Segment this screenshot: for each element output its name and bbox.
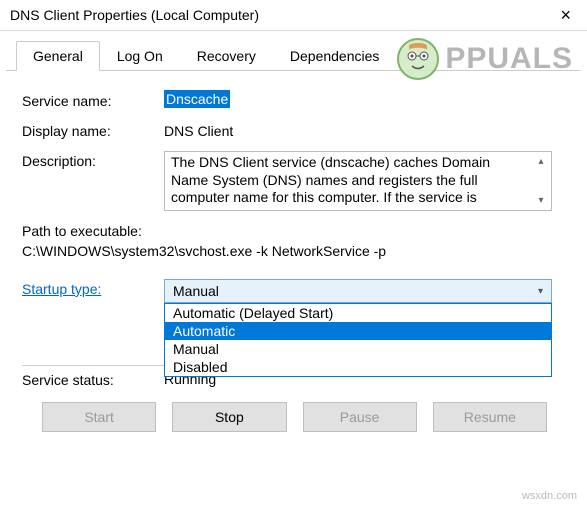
tab-recovery[interactable]: Recovery xyxy=(180,41,273,70)
startup-type-link[interactable]: Startup type: xyxy=(22,281,101,297)
startup-type-list: Automatic (Delayed Start) Automatic Manu… xyxy=(164,303,552,377)
description-box: The DNS Client service (dnscache) caches… xyxy=(164,151,552,211)
tab-dependencies[interactable]: Dependencies xyxy=(273,41,397,70)
row-startup-type: Startup type: Manual ▾ Automatic (Delaye… xyxy=(22,279,563,303)
scroll-down-icon[interactable]: ▾ xyxy=(538,195,543,206)
path-label: Path to executable: xyxy=(22,223,563,239)
scroll-up-icon[interactable]: ▴ xyxy=(538,156,543,167)
site-watermark: wsxdn.com xyxy=(522,490,577,502)
startup-option-disabled[interactable]: Disabled xyxy=(165,358,551,376)
startup-selected-text: Manual xyxy=(173,283,219,299)
window-title: DNS Client Properties (Local Computer) xyxy=(10,7,259,23)
startup-option-manual[interactable]: Manual xyxy=(165,340,551,358)
service-name-value[interactable]: Dnscache xyxy=(164,90,230,108)
description-text: The DNS Client service (dnscache) caches… xyxy=(171,154,531,208)
tab-general[interactable]: General xyxy=(16,41,100,71)
display-name-value: DNS Client xyxy=(164,121,563,139)
display-name-label: Display name: xyxy=(22,121,164,139)
start-button[interactable]: Start xyxy=(42,402,156,432)
path-value: C:\WINDOWS\system32\svchost.exe -k Netwo… xyxy=(22,243,563,259)
titlebar: DNS Client Properties (Local Computer) × xyxy=(0,0,587,31)
tabs-row: General Log On Recovery Dependencies xyxy=(6,31,581,71)
service-status-label: Service status: xyxy=(22,365,164,388)
row-description: Description: The DNS Client service (dns… xyxy=(22,151,563,211)
row-service-name: Service name: Dnscache xyxy=(22,91,563,109)
service-name-value-wrap: Dnscache xyxy=(164,91,563,107)
tab-log-on[interactable]: Log On xyxy=(100,41,180,70)
close-icon[interactable]: × xyxy=(552,6,579,24)
stop-button[interactable]: Stop xyxy=(172,402,286,432)
startup-option-automatic[interactable]: Automatic xyxy=(165,322,551,340)
startup-type-button[interactable]: Manual ▾ xyxy=(164,279,552,303)
content-area: Service name: Dnscache Display name: DNS… xyxy=(0,71,587,442)
resume-button[interactable]: Resume xyxy=(433,402,547,432)
service-name-label: Service name: xyxy=(22,91,164,109)
startup-option-delayed[interactable]: Automatic (Delayed Start) xyxy=(165,304,551,322)
startup-type-label: Startup type: xyxy=(22,279,164,297)
chevron-down-icon: ▾ xyxy=(538,286,543,297)
description-scrollbar[interactable]: ▴ ▾ xyxy=(531,154,551,208)
pause-button[interactable]: Pause xyxy=(303,402,417,432)
action-buttons: Start Stop Pause Resume xyxy=(26,402,563,432)
path-block: Path to executable: C:\WINDOWS\system32\… xyxy=(22,223,563,259)
startup-type-dropdown[interactable]: Manual ▾ Automatic (Delayed Start) Autom… xyxy=(164,279,552,303)
description-label: Description: xyxy=(22,151,164,169)
row-display-name: Display name: DNS Client xyxy=(22,121,563,139)
